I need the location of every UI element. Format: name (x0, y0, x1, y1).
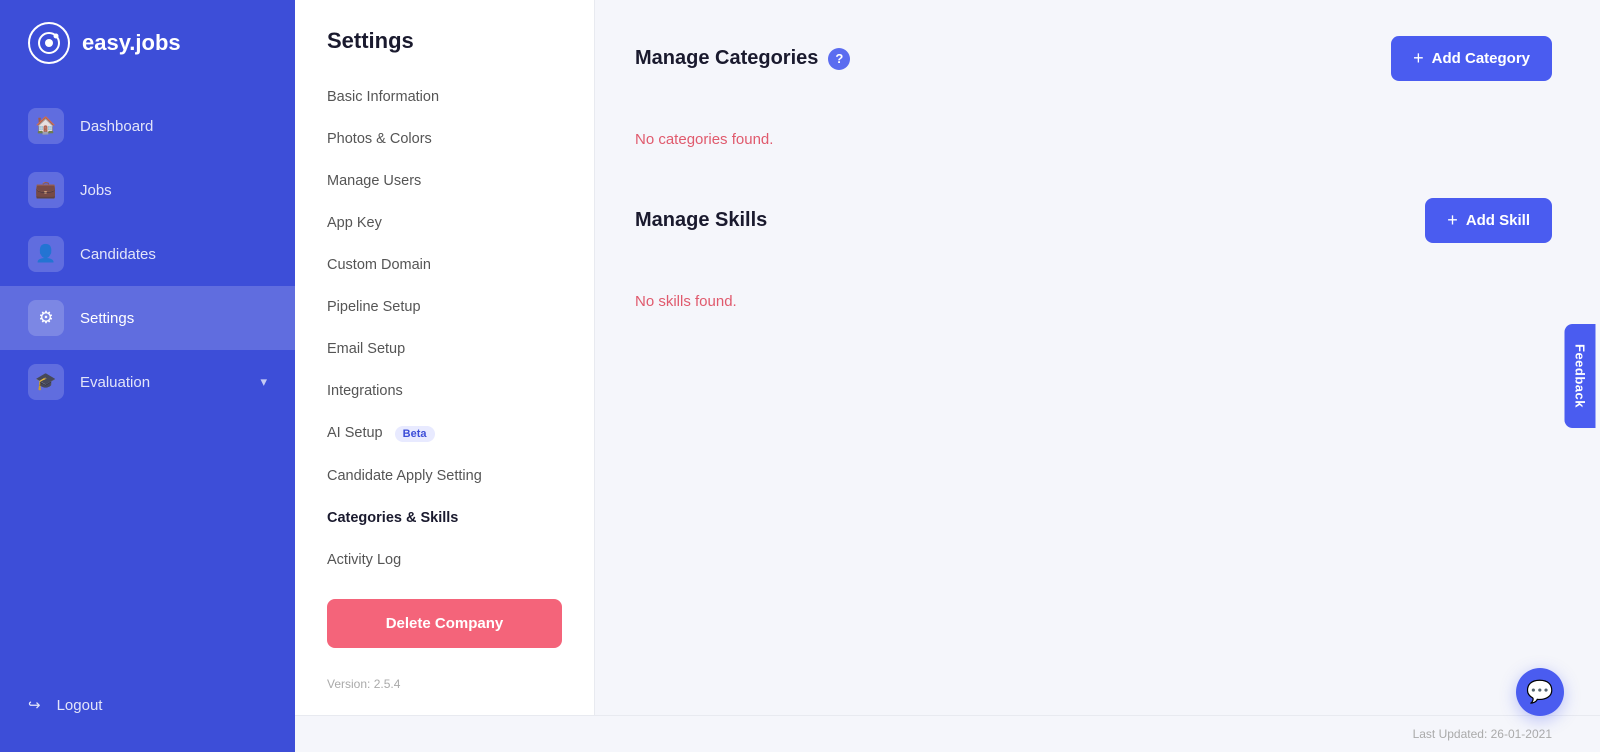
sidebar-item-candidates[interactable]: 👤 Candidates (0, 222, 295, 286)
categories-header: Manage Categories ? + Add Category (635, 36, 1552, 81)
sidebar-bottom: ↪ Logout (0, 666, 295, 752)
chat-bubble[interactable]: 💬 (1516, 668, 1564, 716)
logo-text: easy.jobs (82, 30, 181, 56)
settings-menu-photos-colors[interactable]: Photos & Colors (295, 118, 594, 160)
footer-version (343, 726, 407, 742)
categories-help-icon[interactable]: ? (828, 48, 850, 70)
sidebar-item-label-settings: Settings (80, 310, 267, 327)
settings-sidebar: Settings Basic Information Photos & Colo… (295, 0, 595, 715)
candidates-icon: 👤 (28, 236, 64, 272)
categories-section: Manage Categories ? + Add Category No ca… (635, 36, 1552, 158)
settings-menu-categories-skills[interactable]: Categories & Skills (295, 497, 594, 539)
sidebar-item-evaluation[interactable]: 🎓 Evaluation ▾ (0, 350, 295, 414)
sidebar-item-label-dashboard: Dashboard (80, 118, 267, 135)
sidebar-item-label-evaluation: Evaluation (80, 374, 244, 391)
sidebar-item-dashboard[interactable]: 🏠 Dashboard (0, 94, 295, 158)
main-panel: Manage Categories ? + Add Category No ca… (595, 0, 1600, 715)
settings-menu-manage-users[interactable]: Manage Users (295, 160, 594, 202)
beta-badge: Beta (395, 426, 435, 442)
add-skill-label: Add Skill (1466, 212, 1530, 229)
version-text: Version: 2.5.4 (295, 665, 594, 695)
settings-menu-activity-log[interactable]: Activity Log (295, 539, 594, 581)
logout-icon: ↪ (28, 696, 41, 714)
sidebar: easy.jobs 🏠 Dashboard 💼 Jobs 👤 Candidate… (0, 0, 295, 752)
add-skill-button[interactable]: + Add Skill (1425, 198, 1552, 243)
dashboard-icon: 🏠 (28, 108, 64, 144)
skills-header: Manage Skills + Add Skill (635, 198, 1552, 243)
logo-icon (28, 22, 70, 64)
skills-section: Manage Skills + Add Skill No skills foun… (635, 198, 1552, 320)
chat-icon: 💬 (1526, 679, 1553, 705)
categories-section-title: Manage Categories (635, 47, 818, 70)
no-skills-message: No skills found. (635, 273, 1552, 320)
sidebar-item-label-jobs: Jobs (80, 182, 267, 199)
settings-menu-basic-information[interactable]: Basic Information (295, 76, 594, 118)
ai-setup-label: AI Setup (327, 425, 383, 441)
add-category-plus-icon: + (1413, 48, 1424, 69)
settings-menu-pipeline-setup[interactable]: Pipeline Setup (295, 286, 594, 328)
logout-label: Logout (57, 697, 103, 714)
chevron-down-icon: ▾ (260, 374, 267, 390)
delete-company-button[interactable]: Delete Company (327, 599, 562, 648)
logo-area: easy.jobs (0, 0, 295, 86)
add-skill-plus-icon: + (1447, 210, 1458, 231)
feedback-tab[interactable]: Feedback (1565, 324, 1596, 428)
add-category-label: Add Category (1432, 50, 1530, 67)
add-category-button[interactable]: + Add Category (1391, 36, 1552, 81)
logout-button[interactable]: ↪ Logout (0, 682, 295, 728)
settings-menu-custom-domain[interactable]: Custom Domain (295, 244, 594, 286)
sidebar-item-settings[interactable]: ⚙ Settings (0, 286, 295, 350)
no-categories-message: No categories found. (635, 111, 1552, 158)
settings-menu-ai-setup[interactable]: AI Setup Beta (295, 412, 594, 455)
skills-section-title: Manage Skills (635, 209, 767, 232)
settings-menu-integrations[interactable]: Integrations (295, 370, 594, 412)
last-updated-text: Last Updated: 26-01-2021 (1413, 727, 1552, 741)
sidebar-item-label-candidates: Candidates (80, 246, 267, 263)
main-content: Settings Basic Information Photos & Colo… (295, 0, 1600, 752)
jobs-icon: 💼 (28, 172, 64, 208)
content-area: Settings Basic Information Photos & Colo… (295, 0, 1600, 715)
settings-icon: ⚙ (28, 300, 64, 336)
sidebar-item-jobs[interactable]: 💼 Jobs (0, 158, 295, 222)
settings-menu-email-setup[interactable]: Email Setup (295, 328, 594, 370)
evaluation-icon: 🎓 (28, 364, 64, 400)
settings-title: Settings (295, 28, 594, 76)
bottom-bar: Last Updated: 26-01-2021 (295, 715, 1600, 752)
settings-menu-candidate-apply[interactable]: Candidate Apply Setting (295, 455, 594, 497)
skills-title-row: Manage Skills (635, 209, 767, 232)
settings-menu-app-key[interactable]: App Key (295, 202, 594, 244)
categories-title-row: Manage Categories ? (635, 47, 850, 70)
main-nav: 🏠 Dashboard 💼 Jobs 👤 Candidates ⚙ Settin… (0, 86, 295, 666)
